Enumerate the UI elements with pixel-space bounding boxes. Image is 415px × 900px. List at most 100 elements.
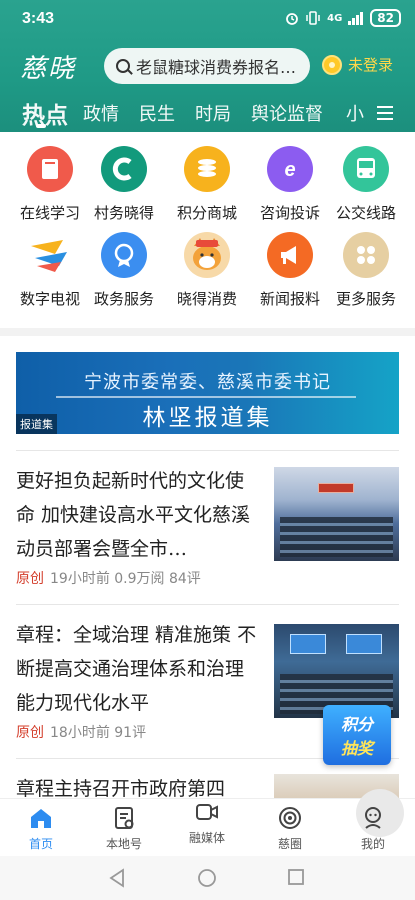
badge-line-1: 积分: [340, 715, 373, 734]
e-chat-icon: e: [267, 146, 313, 192]
news-item[interactable]: 更好担负起新时代的文化使命 加快建设高水平文化慈溪动员部署会暨全市… 原创 19小…: [16, 464, 399, 594]
news-title: 章程主持召开市政府第四: [16, 778, 226, 798]
service-government[interactable]: 政务服务: [84, 232, 164, 309]
services-grid: 在线学习 村务晓得 积分商城 e 咨询投诉 公交线路 数字电视 政务服务 晓得消…: [0, 132, 415, 328]
service-more[interactable]: 更多服务: [326, 232, 406, 309]
signal-icon: [348, 11, 364, 25]
feature-banner[interactable]: 宁波市委常委、慈溪市委书记 林坚报道集 报道集: [16, 352, 399, 434]
news-meta: 原创 19小时前 0.9万阅 84评: [16, 568, 201, 588]
nav-label: 首页: [28, 837, 53, 851]
medal-icon: [101, 232, 147, 278]
nav-label: 融媒体: [188, 831, 225, 845]
village-c-icon: [101, 146, 147, 192]
news-meta: 原创 18小时前 91评: [16, 722, 146, 742]
tab-more-partial[interactable]: 小: [346, 100, 364, 126]
login-label: 未登录: [348, 56, 394, 74]
points-lottery-badge[interactable]: 积分 抽奖: [323, 705, 391, 765]
banner-line-1: 宁波市委常委、慈溪市委书记: [84, 372, 331, 393]
service-points-mall[interactable]: 积分商城: [167, 146, 247, 223]
section-divider: [0, 328, 415, 336]
battery-level: 82: [370, 9, 401, 27]
status-bar: 3:43 4G 82: [0, 0, 415, 36]
status-time: 3:43: [22, 10, 55, 27]
nav-ci-circle[interactable]: 慈圈: [255, 805, 325, 852]
back-icon[interactable]: [108, 868, 126, 892]
news-item[interactable]: 章程主持召开市政府第四: [16, 772, 399, 798]
service-xiaode-consume[interactable]: 晓得消费: [167, 232, 247, 309]
news-title: 章程：全域治理 精准施策 不断提高交通治理体系和治理能力现代化水平: [16, 624, 257, 714]
search-bar[interactable]: 老鼠糖球消费券报名…: [104, 48, 310, 84]
svg-text:e: e: [284, 159, 295, 181]
nav-local-accounts[interactable]: 本地号: [89, 805, 159, 852]
nav-label: 我的: [360, 837, 385, 851]
service-online-learning[interactable]: 在线学习: [10, 146, 90, 223]
nav-label: 本地号: [105, 837, 142, 851]
nav-label: 慈圈: [277, 837, 302, 851]
coin-icon: [322, 54, 342, 75]
vibrate-icon: [306, 11, 320, 25]
active-tab-indicator: [36, 124, 46, 128]
nav-home[interactable]: 首页: [6, 805, 76, 852]
service-label: 咨询投诉: [259, 204, 320, 222]
search-icon: [116, 59, 130, 73]
tab-politics[interactable]: 政情: [83, 100, 119, 126]
megaphone-icon: [267, 232, 313, 278]
service-consult-complaint[interactable]: e 咨询投诉: [250, 146, 330, 223]
tab-current-affairs[interactable]: 时局: [195, 100, 231, 126]
login-button[interactable]: 未登录: [322, 54, 393, 75]
tab-opinion-supervision[interactable]: 舆论监督: [251, 100, 323, 126]
app-logo: 慈晓: [20, 54, 77, 84]
banner-tag: 报道集: [16, 414, 57, 434]
divider: [16, 604, 399, 605]
news-stats: 18小时前 91评: [50, 725, 147, 741]
bottom-nav: 首页 本地号 融媒体 慈圈 我的: [0, 789, 415, 856]
news-stats: 19小时前 0.9万阅 84评: [50, 571, 201, 587]
home-circle-icon[interactable]: [197, 868, 217, 892]
channel-tabs: 热点 政情 民生 时局 舆论监督 小: [0, 96, 415, 132]
system-nav-bar: [0, 856, 415, 900]
service-label: 政务服务: [93, 290, 154, 308]
service-label: 积分商城: [176, 204, 237, 222]
user-icon: [360, 805, 386, 831]
badge-line-2: 抽奖: [340, 739, 373, 758]
target-circle-icon: [277, 805, 303, 831]
shiba-dog-icon: [184, 232, 230, 278]
coins-icon: [184, 146, 230, 192]
original-badge: 原创: [16, 725, 44, 741]
news-thumbnail: [274, 624, 399, 718]
local-doc-icon: [111, 805, 137, 831]
app-header: 3:43 4G 82 慈晓 老鼠糖球消费券报名… 未登录 热点 政情 民生 时局…: [0, 0, 415, 132]
service-label: 村务晓得: [93, 204, 154, 222]
nav-profile[interactable]: 我的: [338, 805, 408, 852]
bus-icon: [343, 146, 389, 192]
service-label: 在线学习: [19, 204, 80, 222]
book-icon: [27, 146, 73, 192]
nav-media[interactable]: 融媒体: [172, 789, 404, 846]
original-badge: 原创: [16, 571, 44, 587]
service-label: 公交线路: [335, 204, 396, 222]
recent-apps-icon[interactable]: [287, 868, 305, 890]
service-digital-tv[interactable]: 数字电视: [10, 232, 90, 309]
divider: [16, 450, 399, 451]
tab-livelihood[interactable]: 民生: [139, 100, 175, 126]
search-placeholder: 老鼠糖球消费券报名…: [136, 58, 297, 77]
top-bar: 慈晓 老鼠糖球消费券报名… 未登录: [0, 44, 415, 88]
video-camera-icon: [194, 799, 220, 825]
home-icon: [28, 805, 54, 831]
service-label: 数字电视: [19, 290, 80, 308]
service-news-tip[interactable]: 新闻报料: [250, 232, 330, 309]
grid-more-icon: [343, 232, 389, 278]
banner-line-2: 林坚报道集: [142, 405, 273, 431]
network-label: 4G: [327, 12, 343, 24]
alarm-icon: [286, 13, 299, 25]
news-title: 更好担负起新时代的文化使命 加快建设高水平文化慈溪动员部署会暨全市…: [16, 470, 251, 560]
status-icons: 4G 82: [285, 9, 401, 27]
tv-logo-icon: [27, 232, 73, 278]
service-label: 晓得消费: [176, 290, 237, 308]
menu-icon[interactable]: [377, 106, 393, 120]
news-thumbnail: [274, 467, 399, 561]
service-village-affairs[interactable]: 村务晓得: [84, 146, 164, 223]
service-label: 更多服务: [335, 290, 396, 308]
service-label: 新闻报料: [259, 290, 320, 308]
service-bus-lines[interactable]: 公交线路: [326, 146, 406, 223]
